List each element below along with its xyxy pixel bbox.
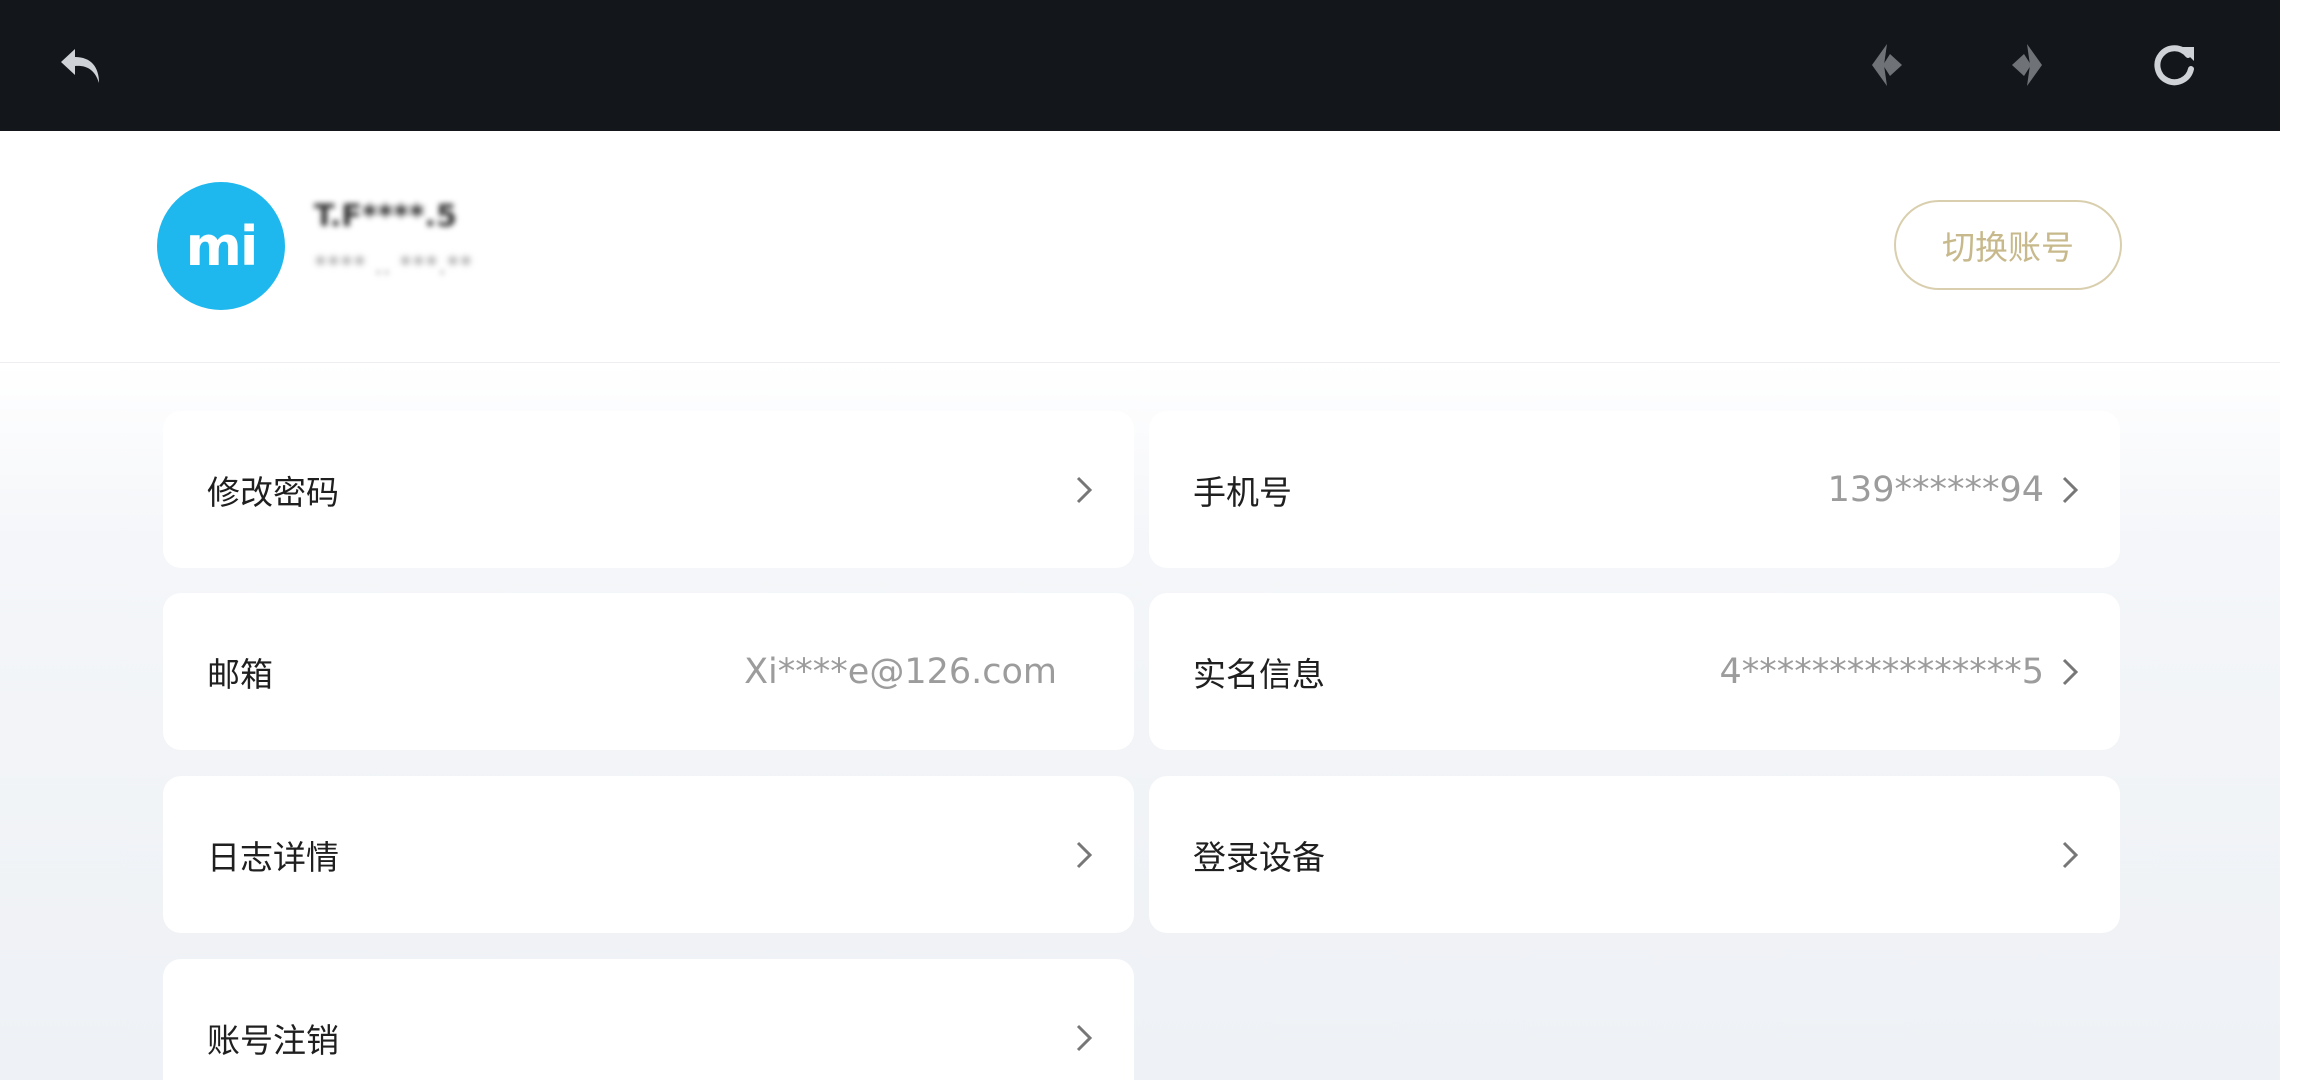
chevron-right-icon (2062, 841, 2079, 868)
phone-number-item[interactable]: 手机号 139******94 (1149, 411, 2120, 568)
change-password-item[interactable]: 修改密码 (163, 411, 1134, 568)
prev-button[interactable] (1852, 30, 1922, 100)
right-edge-strip (2280, 0, 2304, 1080)
user-name: T.F****.5 (314, 199, 457, 234)
back-button[interactable] (47, 30, 117, 100)
item-label: 邮箱 (207, 654, 273, 694)
real-name-value: 4****************5 (1719, 651, 2044, 692)
account-cancellation-item[interactable]: 账号注销 (163, 959, 1134, 1080)
next-button[interactable] (1992, 30, 2062, 100)
refresh-button[interactable] (2139, 30, 2209, 100)
chevron-right-icon (1076, 476, 1093, 503)
real-name-item[interactable]: 实名信息 4****************5 (1149, 593, 2120, 750)
next-diamond-icon (2012, 44, 2042, 86)
item-label: 手机号 (1193, 472, 1292, 512)
item-label: 账号注销 (207, 1020, 339, 1060)
account-settings-page: mi T.F****.5 **** .. ***.** 切换账号 修改密码 手机… (0, 0, 2304, 1080)
top-toolbar (0, 0, 2280, 131)
item-label: 实名信息 (1193, 654, 1325, 694)
phone-value: 139******94 (1827, 469, 2044, 510)
chevron-right-icon (2062, 476, 2079, 503)
item-label: 登录设备 (1193, 837, 1325, 877)
user-id: **** .. ***.** (314, 251, 473, 281)
avatar-logo-text: mi (185, 214, 259, 278)
refresh-icon (2154, 45, 2194, 86)
email-value: Xi****e@126.com (744, 651, 1057, 692)
email-item[interactable]: 邮箱 Xi****e@126.com (163, 593, 1134, 750)
prev-diamond-icon (1872, 44, 1902, 86)
back-arrow-icon (61, 49, 99, 83)
chevron-right-icon (1076, 841, 1093, 868)
log-details-item[interactable]: 日志详情 (163, 776, 1134, 933)
login-devices-item[interactable]: 登录设备 (1149, 776, 2120, 933)
settings-list: 修改密码 手机号 139******94 邮箱 Xi****e@126.com … (0, 363, 2280, 1080)
profile-header: mi T.F****.5 **** .. ***.** 切换账号 (0, 131, 2280, 363)
chevron-right-icon (2062, 658, 2079, 685)
item-label: 修改密码 (207, 472, 339, 512)
avatar: mi (157, 182, 285, 310)
chevron-right-icon (1076, 1024, 1093, 1051)
switch-account-button[interactable]: 切换账号 (1894, 200, 2122, 290)
item-label: 日志详情 (207, 837, 339, 877)
